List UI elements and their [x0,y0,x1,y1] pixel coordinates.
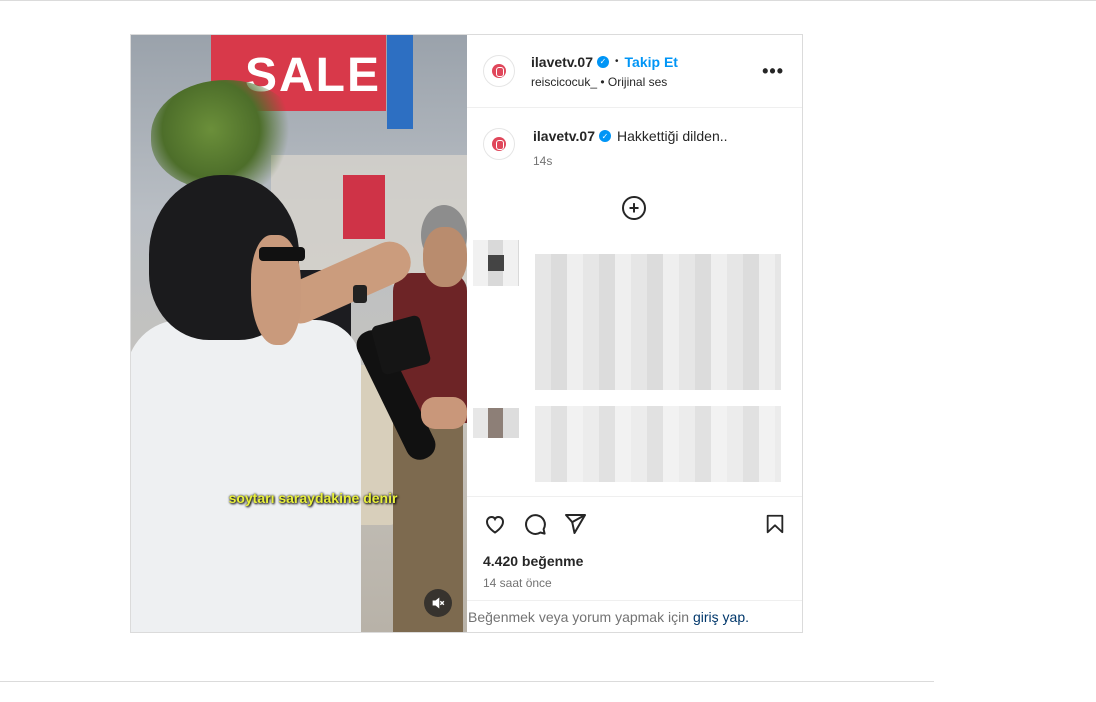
audio-source-user[interactable]: reiscicocuk_ [531,75,597,89]
comment-button[interactable] [523,512,547,536]
bookmark-icon [766,514,784,534]
post-side-panel: ilavetv.07 ✓ • Takip Et reiscicocuk_ • O… [467,35,802,632]
header-separator: • [615,56,619,67]
audio-label[interactable]: Orijinal ses [608,75,667,89]
load-more-comments-button[interactable]: + [622,196,646,220]
blurred-comment-text [535,406,781,482]
instagram-post: SALE soytarı saraydakine denir ilavetv.0… [130,34,803,633]
post-actions: 4.420 beğenme 14 saat önce [467,496,802,600]
post-timestamp[interactable]: 14 saat önce [483,576,786,590]
ilave-tv-logo-icon [492,64,506,78]
like-button[interactable] [483,512,507,536]
top-divider [0,0,1096,1]
verified-badge-icon: ✓ [599,130,612,142]
muted-speaker-icon [432,597,445,609]
heart-icon [485,515,505,534]
author-avatar[interactable] [483,55,515,87]
video-subtitle: soytarı saraydakine denir [228,490,398,506]
shop-poster [343,175,385,239]
blurred-comment-text [535,254,781,390]
follow-button[interactable]: Takip Et [625,54,678,70]
caption-text: Hakkettiği dilden.. [617,128,728,144]
post-caption: ilavetv.07 ✓ Hakkettiği dilden.. 14s [483,128,786,168]
author-username[interactable]: ilavetv.07 [531,54,593,70]
blurred-commenter-avatar [473,408,519,438]
audio-separator: • [600,74,605,89]
ilave-tv-logo-icon [492,137,506,151]
more-options-icon[interactable]: ••• [762,61,784,82]
mute-button[interactable] [424,589,452,617]
caption-avatar[interactable] [483,128,515,160]
sunglasses [259,247,305,261]
caption-username[interactable]: ilavetv.07 [533,128,595,144]
login-link[interactable]: giriş yap. [693,609,749,625]
post-header: ilavetv.07 ✓ • Takip Et reiscicocuk_ • O… [467,35,802,108]
comments-section: ilavetv.07 ✓ Hakkettiği dilden.. 14s + [467,108,802,496]
comment-icon [525,514,546,535]
store-blue-sign [387,35,413,129]
verified-badge-icon: ✓ [597,55,610,68]
audio-info: reiscicocuk_ • Orijinal ses [531,75,678,89]
hand-holding-mic [421,397,467,429]
like-count[interactable]: 4.420 beğenme [483,553,786,569]
bottom-divider [0,681,934,682]
tree [151,80,301,190]
blurred-commenter-avatar [473,240,519,286]
post-video[interactable]: SALE soytarı saraydakine denir [131,35,467,632]
share-button[interactable] [563,512,587,536]
person-white-shirt [131,320,361,632]
save-button[interactable] [764,513,786,540]
caption-time[interactable]: 14s [533,154,728,168]
login-prompt-text: Beğenmek veya yorum yapmak için [468,608,689,625]
login-prompt: Beğenmek veya yorum yapmak için giriş ya… [467,600,802,632]
wrist-watch [353,285,367,303]
paper-plane-icon [565,514,586,534]
